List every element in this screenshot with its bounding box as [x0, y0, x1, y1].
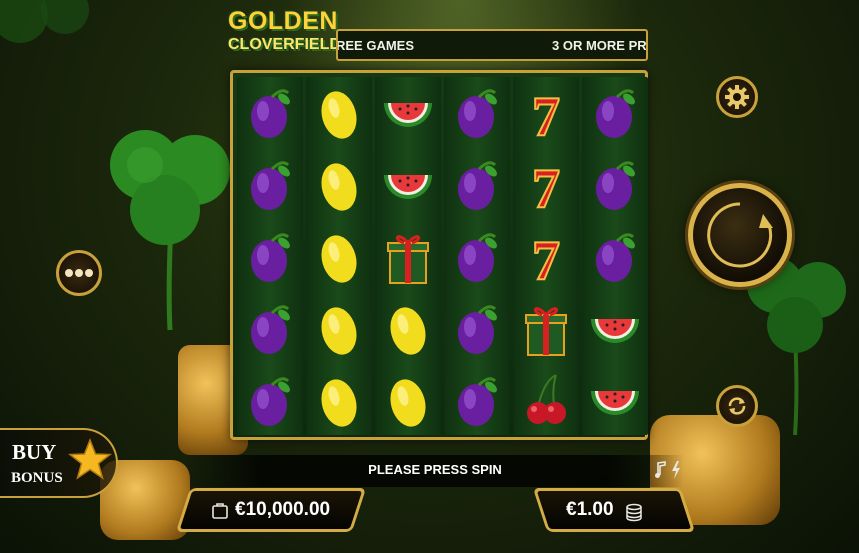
autoplay-icon [728, 397, 746, 415]
wallet-icon [212, 503, 228, 519]
plum-symbol [237, 293, 303, 365]
lemon-icon [321, 163, 357, 211]
logo-subtitle: CLOVERFIELD [228, 36, 341, 53]
settings-button[interactable] [716, 76, 758, 118]
lemon-icon [321, 307, 357, 355]
plum-icon [596, 233, 635, 282]
watermelon-icon [591, 319, 639, 343]
seven-icon: 7 [531, 229, 561, 287]
lemon-symbol [375, 293, 441, 365]
gift-icon [525, 307, 567, 356]
seven-icon: 7 [531, 85, 561, 143]
plum-symbol [444, 77, 510, 149]
seven-symbol: 7 [513, 221, 579, 293]
plum-symbol [444, 365, 510, 437]
plum-symbol [582, 149, 648, 221]
plum-symbol [582, 77, 648, 149]
reel-1 [237, 77, 303, 435]
plum-icon [251, 233, 290, 282]
info-ticker: REE GAMES 3 OR MORE PRESI [336, 29, 648, 61]
clover-decoration-left [110, 130, 230, 331]
lemon-symbol [306, 149, 372, 221]
lemon-icon [390, 379, 426, 427]
reel-2 [306, 77, 372, 435]
lemon-icon [321, 379, 357, 427]
autoplay-button[interactable] [716, 385, 758, 427]
watermelon-symbol [375, 149, 441, 221]
lemon-symbol [306, 365, 372, 437]
plum-icon [251, 161, 290, 210]
buy-bonus-label-top: BUY [12, 440, 57, 464]
cherry-icon [527, 374, 566, 424]
lemon-symbol [306, 77, 372, 149]
plum-icon [251, 305, 290, 354]
reel-4 [444, 77, 510, 435]
plum-icon [251, 377, 290, 426]
menu-button[interactable] [56, 250, 102, 296]
gift-icon [387, 235, 429, 284]
plum-symbol [237, 365, 303, 437]
lemon-symbol [306, 293, 372, 365]
plum-icon [596, 89, 635, 138]
reel-5: 7 7 7 [513, 77, 579, 435]
more-options-icon [65, 269, 93, 277]
ticker-text-left: REE GAMES [336, 38, 415, 53]
watermelon-icon [384, 103, 432, 127]
clover-decoration-topleft [0, 0, 89, 43]
plum-symbol [237, 221, 303, 293]
plum-symbol [444, 293, 510, 365]
plum-icon [458, 233, 497, 282]
star-icon [68, 438, 112, 480]
watermelon-symbol [375, 77, 441, 149]
ticker-text-right: 3 OR MORE PRESI [552, 38, 647, 53]
plum-symbol [582, 221, 648, 293]
plum-icon [458, 89, 497, 138]
watermelon-icon [384, 175, 432, 199]
seven-icon: 7 [531, 157, 561, 215]
bet-panel[interactable] [532, 488, 696, 532]
lemon-symbol [306, 221, 372, 293]
gift-symbol [513, 293, 579, 365]
plum-symbol [444, 221, 510, 293]
gift-symbol [375, 221, 441, 293]
lemon-icon [390, 307, 426, 355]
cherry-symbol [513, 365, 579, 437]
plum-symbol [237, 149, 303, 221]
plum-symbol [237, 77, 303, 149]
plum-symbol [444, 149, 510, 221]
lightning-icon[interactable] [670, 460, 682, 480]
svg-text:7: 7 [532, 158, 560, 215]
lemon-icon [321, 235, 357, 283]
buy-bonus-button[interactable]: BUY BONUS [0, 428, 118, 498]
watermelon-symbol [582, 293, 648, 365]
spin-arrow-icon [707, 202, 773, 268]
coin-stack-icon [626, 503, 642, 522]
status-message: PLEASE PRESS SPIN [368, 462, 502, 477]
reel-3 [375, 77, 441, 435]
svg-text:7: 7 [532, 230, 560, 287]
lemon-icon [321, 91, 357, 139]
logo-title: GOLDEN [228, 7, 338, 35]
bet-value: €1.00 [566, 499, 614, 520]
balance-value: €10,000.00 [235, 499, 331, 520]
plum-icon [251, 89, 290, 138]
music-note-icon[interactable] [654, 461, 666, 479]
plum-icon [458, 377, 497, 426]
plum-icon [458, 161, 497, 210]
svg-text:7: 7 [532, 86, 560, 143]
plum-icon [596, 161, 635, 210]
watermelon-icon [591, 391, 639, 415]
game-logo: GOLDEN CLOVERFIELD [228, 7, 341, 66]
watermelon-symbol [582, 365, 648, 437]
plum-icon [458, 305, 497, 354]
gear-icon [725, 85, 749, 109]
seven-symbol: 7 [513, 149, 579, 221]
spin-button[interactable] [688, 183, 792, 287]
reel-grid: 7 7 7 [230, 70, 648, 440]
lemon-symbol [375, 365, 441, 437]
buy-bonus-label-bottom: BONUS [11, 470, 63, 486]
reel-6 [582, 77, 648, 435]
seven-symbol: 7 [513, 77, 579, 149]
